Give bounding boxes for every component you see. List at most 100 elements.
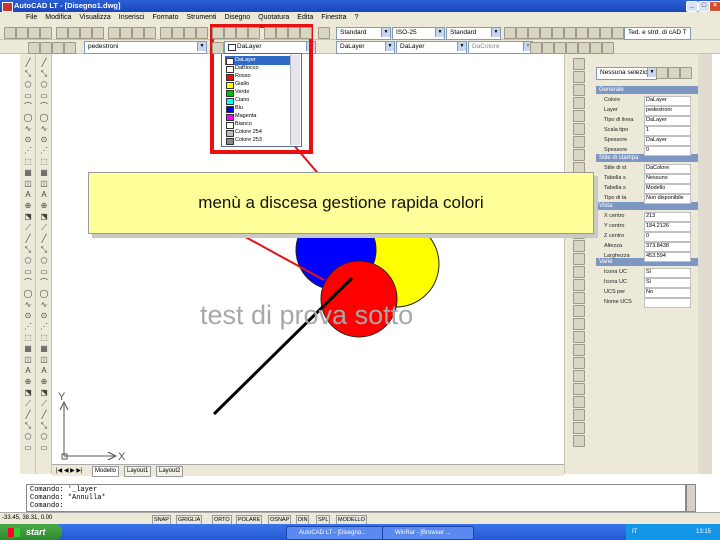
property-row[interactable]: Tipo di linea DaLayer <box>604 116 691 126</box>
toolbar-tool-icon[interactable] <box>236 27 248 39</box>
view-tool-icon[interactable] <box>602 42 614 54</box>
property-row[interactable]: Stile di st DaColore <box>604 164 691 174</box>
toolbar-tool-icon[interactable] <box>564 27 576 39</box>
draw-tool-icon[interactable]: ⊕ <box>23 201 33 210</box>
property-value[interactable]: Sì <box>644 278 691 288</box>
draw-tool-icon[interactable]: ⊙ <box>23 135 33 144</box>
view-tool-icon[interactable] <box>578 42 590 54</box>
draw-tool-icon[interactable]: ⤡ <box>39 421 49 430</box>
draw-tool-icon[interactable]: ⊙ <box>23 311 33 320</box>
draw-tool-icon[interactable]: ◫ <box>23 355 33 364</box>
task-winrar[interactable]: WinRar - [Browser ... <box>382 526 474 540</box>
toolbar-tool-icon[interactable] <box>540 27 552 39</box>
draw-tool-icon[interactable]: ⌒ <box>23 102 33 111</box>
view-tool-icon[interactable] <box>566 42 578 54</box>
draw-tool-icon[interactable]: A <box>23 366 33 375</box>
toolbar-tool-icon[interactable] <box>224 27 236 39</box>
property-row[interactable]: Nome UCS <box>604 298 691 308</box>
menu-item[interactable]: Strumenti <box>187 14 217 21</box>
property-row[interactable]: UCS per No <box>604 288 691 298</box>
toolbar-tool-icon[interactable] <box>160 27 172 39</box>
property-value[interactable] <box>644 298 691 308</box>
draw-tool-icon[interactable]: ╱ <box>39 58 49 67</box>
command-scrollbar[interactable] <box>686 484 696 512</box>
draw-tool-icon[interactable]: ⟋ <box>39 399 49 408</box>
draw-tool-icon[interactable]: ⬠ <box>39 256 49 265</box>
menu-item[interactable]: Finestra <box>321 14 346 21</box>
property-row[interactable]: Colore DaLayer <box>604 96 691 106</box>
draw-tool-icon[interactable]: ⬠ <box>23 256 33 265</box>
toolbar-tool-icon[interactable] <box>552 27 564 39</box>
layer-combo[interactable]: pedestroni ▼ <box>84 41 207 54</box>
draw-tool-icon[interactable]: ⊕ <box>39 201 49 210</box>
draw-tool-icon[interactable]: ⌒ <box>39 278 49 287</box>
tray-language[interactable]: IT <box>632 524 637 540</box>
property-row[interactable]: X centro 213 <box>604 212 691 222</box>
menu-item[interactable]: Quotatura <box>258 14 289 21</box>
property-row[interactable]: Icona UC Sì <box>604 278 691 288</box>
draw-tool-icon[interactable]: ⬔ <box>39 388 49 397</box>
draw-tool-icon[interactable]: ⤡ <box>39 245 49 254</box>
draw-tool-icon[interactable]: ∿ <box>39 124 49 133</box>
toolbar-tool-icon[interactable] <box>528 27 540 39</box>
draw-tool-icon[interactable]: ▭ <box>39 91 49 100</box>
plotstyle-combo[interactable]: DaColore ▼ <box>468 41 533 54</box>
dimension-tool-icon[interactable] <box>573 292 585 304</box>
draw-tool-icon[interactable]: ▭ <box>23 267 33 276</box>
draw-tool-icon[interactable]: ⊕ <box>39 377 49 386</box>
view-tool-icon[interactable] <box>554 42 566 54</box>
dimension-tool-icon[interactable] <box>573 71 585 83</box>
menu-item[interactable]: Disegno <box>224 14 250 21</box>
dimension-tool-icon[interactable] <box>573 58 585 70</box>
toolbar-tool-icon[interactable] <box>144 27 156 39</box>
dimension-tool-icon[interactable] <box>573 344 585 356</box>
draw-tool-icon[interactable]: ⊕ <box>23 377 33 386</box>
view-tool-icon[interactable] <box>590 42 602 54</box>
property-value[interactable]: DaLayer <box>644 136 691 146</box>
quick-select-icon[interactable] <box>680 67 692 79</box>
dimension-tool-icon[interactable] <box>573 136 585 148</box>
toolbar-tool-icon[interactable] <box>56 27 68 39</box>
toolbar-tool-icon[interactable] <box>588 27 600 39</box>
toolbar-tool-icon[interactable] <box>300 27 312 39</box>
dim-style-combo[interactable]: ISO-25 ▼ <box>392 27 445 40</box>
layer-tool-icon[interactable] <box>52 42 64 54</box>
property-value[interactable]: DaLayer <box>644 96 691 106</box>
property-value[interactable]: 1 <box>644 126 691 136</box>
dimension-tool-icon[interactable] <box>573 383 585 395</box>
properties-title-strip[interactable] <box>698 54 712 474</box>
toolbar-tool-icon[interactable] <box>612 27 624 39</box>
minimize-button[interactable]: _ <box>686 1 698 12</box>
draw-tool-icon[interactable]: ◫ <box>23 179 33 188</box>
menu-item[interactable]: Formato <box>152 14 178 21</box>
draw-tool-icon[interactable]: ▭ <box>39 267 49 276</box>
menu-item[interactable]: Edita <box>297 14 313 21</box>
property-value[interactable]: DaColore <box>644 164 691 174</box>
lineweight-combo[interactable]: DaLayer ▼ <box>396 41 467 54</box>
draw-tool-icon[interactable]: ⟋ <box>39 223 49 232</box>
layout-tab[interactable]: Layout1 <box>124 466 152 477</box>
dimension-tool-icon[interactable] <box>573 409 585 421</box>
draw-tool-icon[interactable]: A <box>23 190 33 199</box>
draw-tool-icon[interactable]: A <box>39 366 49 375</box>
view-tool-icon[interactable] <box>542 42 554 54</box>
property-row[interactable]: Z centro 0 <box>604 232 691 242</box>
layout-tab[interactable]: Layout2 <box>156 466 184 477</box>
toolbar-tool-icon[interactable] <box>172 27 184 39</box>
dimension-tool-icon[interactable] <box>573 110 585 122</box>
toolbar-tool-icon[interactable] <box>212 27 224 39</box>
dimension-tool-icon[interactable] <box>573 97 585 109</box>
draw-tool-icon[interactable]: ⤡ <box>39 69 49 78</box>
draw-tool-icon[interactable]: ⬠ <box>39 80 49 89</box>
draw-tool-icon[interactable]: ▦ <box>39 344 49 353</box>
property-row[interactable]: Y centro 184.2126 <box>604 222 691 232</box>
view-tool-icon[interactable] <box>530 42 542 54</box>
dimension-tool-icon[interactable] <box>573 305 585 317</box>
table-style-combo[interactable]: Standard ▼ <box>446 27 501 40</box>
draw-tool-icon[interactable]: ⋰ <box>39 322 49 331</box>
menu-item[interactable]: Modifica <box>45 14 71 21</box>
property-value[interactable]: Non disponibile <box>644 194 691 204</box>
toolbar-tool-icon[interactable] <box>28 27 40 39</box>
draw-tool-icon[interactable]: ▭ <box>39 443 49 452</box>
draw-tool-icon[interactable]: ╱ <box>39 410 49 419</box>
